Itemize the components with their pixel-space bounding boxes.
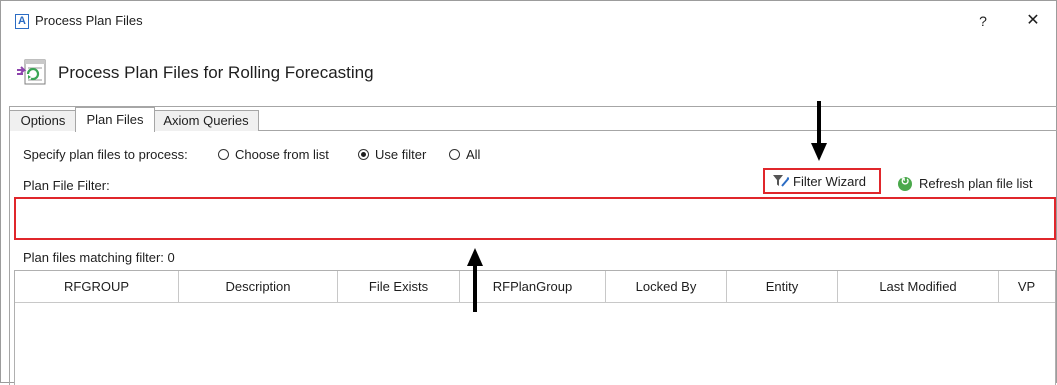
annotation-arrow-up — [467, 248, 483, 312]
plan-file-filter-label: Plan File Filter: — [23, 178, 110, 193]
annotation-arrow-down — [811, 101, 827, 161]
dialog-window: A Process Plan Files ? ✕ Process Plan Fi… — [0, 0, 1057, 385]
close-button[interactable]: ✕ — [1023, 11, 1043, 31]
refresh-icon — [898, 175, 912, 191]
column-header-vp[interactable]: VP — [999, 271, 1054, 302]
radio-circle — [449, 149, 460, 160]
column-header-rfgroup[interactable]: RFGROUP — [15, 271, 179, 302]
radio-label: Choose from list — [235, 147, 329, 162]
tab-axiom-queries[interactable]: Axiom Queries — [153, 110, 259, 131]
column-header-entity[interactable]: Entity — [727, 271, 838, 302]
grid-header: RFGROUP Description File Exists RFPlanGr… — [15, 271, 1055, 303]
refresh-label: Refresh plan file list — [919, 176, 1033, 191]
filter-wizard-label: Filter Wizard — [793, 173, 866, 189]
refresh-plan-file-list-button[interactable]: Refresh plan file list — [898, 175, 1033, 191]
page-title: Process Plan Files for Rolling Forecasti… — [58, 63, 374, 82]
window-title: Process Plan Files — [35, 13, 143, 28]
filter-wizard-button[interactable]: Filter Wizard — [763, 168, 881, 194]
column-header-file-exists[interactable]: File Exists — [338, 271, 460, 302]
filter-wand-icon — [773, 175, 789, 187]
column-header-locked-by[interactable]: Locked By — [606, 271, 727, 302]
radio-choose-from-list[interactable]: Choose from list — [218, 147, 329, 162]
radio-circle-selected — [358, 149, 369, 160]
radio-label: All — [466, 147, 481, 162]
plan-file-filter-input[interactable] — [14, 197, 1056, 240]
help-button[interactable]: ? — [973, 11, 993, 31]
column-header-last-modified[interactable]: Last Modified — [838, 271, 999, 302]
plan-files-grid[interactable]: RFGROUP Description File Exists RFPlanGr… — [14, 270, 1056, 385]
radio-use-filter[interactable]: Use filter — [358, 147, 426, 162]
radio-all[interactable]: All — [449, 147, 480, 162]
app-icon: A — [15, 14, 29, 29]
title-bar: A Process Plan Files ? ✕ — [1, 1, 1056, 39]
process-plan-files-icon — [17, 59, 46, 85]
tab-plan-files[interactable]: Plan Files — [75, 107, 155, 132]
radio-circle — [218, 149, 229, 160]
column-header-description[interactable]: Description — [179, 271, 338, 302]
matching-count-label: Plan files matching filter: 0 — [23, 250, 175, 265]
specify-files-label: Specify plan files to process: — [23, 147, 188, 162]
radio-label: Use filter — [375, 147, 427, 162]
tab-options[interactable]: Options — [9, 110, 77, 131]
